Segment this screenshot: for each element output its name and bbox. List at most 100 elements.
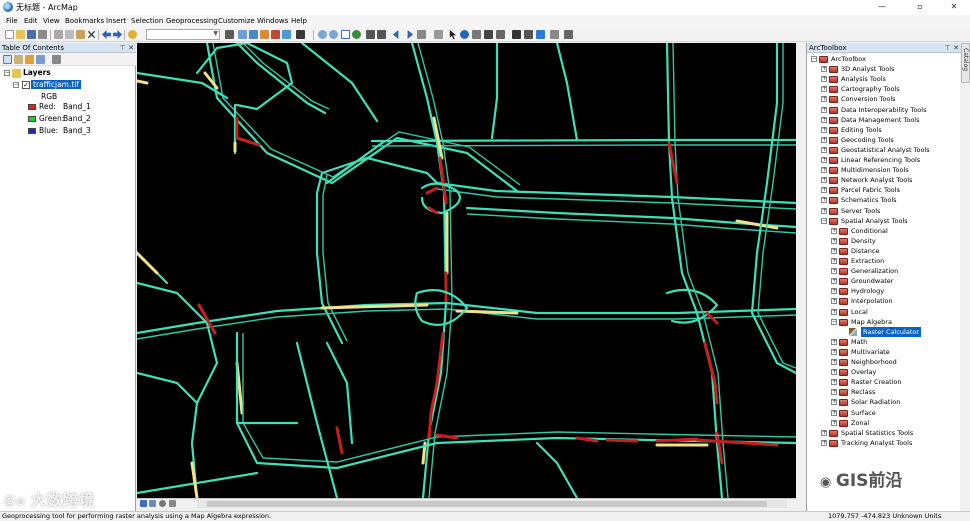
time-slider-icon[interactable] xyxy=(550,30,559,39)
spatial-analyst-toolset[interactable]: + Solar Radiation xyxy=(807,397,961,407)
layer-visibility-checkbox[interactable]: ✓ xyxy=(22,81,30,89)
measure-icon[interactable] xyxy=(484,30,493,39)
create-viewer-window-icon[interactable] xyxy=(564,30,573,39)
expand-toggle[interactable]: + xyxy=(821,207,827,214)
spatial-analyst-toolset[interactable]: + Math xyxy=(807,337,961,347)
spatial-analyst-toolset[interactable]: + Overlay xyxy=(807,367,961,377)
toolset-item[interactable]: + Multidimension Tools xyxy=(807,165,961,175)
window-icon[interactable] xyxy=(238,30,247,39)
find-icon[interactable] xyxy=(512,30,521,39)
expand-toggle[interactable]: + xyxy=(821,197,827,204)
expand-toggle[interactable]: + xyxy=(831,278,837,285)
expand-toggle[interactable]: + xyxy=(821,86,827,93)
cut-icon[interactable] xyxy=(54,30,63,39)
arctoolbox-root[interactable]: − ArcToolbox xyxy=(807,54,961,64)
toolset-item[interactable]: + Network Analyst Tools xyxy=(807,175,961,185)
editor-icon[interactable] xyxy=(225,30,234,39)
catalog-side-tab[interactable]: Catalog xyxy=(961,43,970,83)
maximize-button[interactable]: ▫ xyxy=(906,1,934,13)
spatial-analyst-toolset[interactable]: − Map Algebra xyxy=(807,317,961,327)
menu-customize[interactable]: Customize xyxy=(218,17,255,25)
raster-calculator-tool[interactable]: Raster Calculator xyxy=(807,326,961,337)
fixed-zoom-out-icon[interactable] xyxy=(377,30,386,39)
refresh-view-icon[interactable] xyxy=(159,500,166,507)
expand-toggle[interactable]: − xyxy=(811,56,817,62)
fixed-zoom-in-icon[interactable] xyxy=(366,30,375,39)
horizontal-scrollbar[interactable] xyxy=(197,500,787,508)
expand-toggle[interactable]: + xyxy=(831,338,837,345)
spatial-analyst-toolset[interactable]: + Distance xyxy=(807,246,961,256)
toolset-item[interactable]: + Editing Tools xyxy=(807,125,961,135)
expand-toggle[interactable]: + xyxy=(821,126,827,133)
toolset-item[interactable]: + Geostatistical Analyst Tools xyxy=(807,145,961,155)
delete-icon[interactable] xyxy=(87,30,96,39)
undo-icon[interactable] xyxy=(102,30,111,39)
model-builder-icon[interactable] xyxy=(296,30,305,39)
expand-toggle[interactable]: + xyxy=(821,429,827,436)
spatial-analyst-toolset[interactable]: + Zonal xyxy=(807,418,961,428)
expand-toggle[interactable]: + xyxy=(821,136,827,143)
pan-icon[interactable] xyxy=(341,30,350,39)
expand-toggle[interactable]: − xyxy=(831,318,837,325)
expand-toggle[interactable]: + xyxy=(831,369,837,376)
spatial-analyst-toolset[interactable]: + Interpolation xyxy=(807,296,961,306)
expand-toggle[interactable]: + xyxy=(831,419,837,426)
expand-toggle[interactable]: − xyxy=(821,217,827,224)
toolset-item[interactable]: + Spatial Statistics Tools xyxy=(807,428,961,438)
options-icon[interactable] xyxy=(52,55,61,64)
identify-icon[interactable] xyxy=(460,30,469,39)
toolset-item[interactable]: + Data Management Tools xyxy=(807,115,961,125)
hyperlink-icon[interactable] xyxy=(496,30,505,39)
layer-collapse-toggle[interactable]: − xyxy=(13,82,19,88)
select-elements-icon[interactable] xyxy=(449,30,457,39)
add-data-icon[interactable] xyxy=(128,30,137,39)
pause-drawing-icon[interactable] xyxy=(169,500,176,507)
toolset-item[interactable]: + Parcel Fabric Tools xyxy=(807,185,961,195)
menu-file[interactable]: File xyxy=(6,17,18,25)
back-extent-icon[interactable] xyxy=(393,30,399,39)
expand-toggle[interactable]: + xyxy=(821,66,827,73)
expand-toggle[interactable]: + xyxy=(831,298,837,305)
zoom-in-icon[interactable] xyxy=(318,30,327,39)
map-scale-dropdown[interactable]: ▼ xyxy=(146,29,220,40)
expand-toggle[interactable]: + xyxy=(821,76,827,83)
expand-toggle[interactable]: + xyxy=(821,157,827,163)
menu-windows[interactable]: Windows xyxy=(257,17,288,25)
toolset-item[interactable]: +3D Analyst Tools xyxy=(807,64,961,74)
expand-toggle[interactable]: + xyxy=(831,247,837,254)
expand-toggle[interactable]: + xyxy=(831,379,837,386)
expand-toggle[interactable]: + xyxy=(831,288,837,295)
expand-toggle[interactable]: + xyxy=(821,116,827,123)
expand-toggle[interactable]: + xyxy=(831,409,837,416)
paste-icon[interactable] xyxy=(76,30,85,39)
full-extent-icon[interactable] xyxy=(352,30,361,39)
toolset-item[interactable]: + Schematics Tools xyxy=(807,195,961,205)
expand-toggle[interactable]: + xyxy=(821,187,827,194)
list-by-selection-icon[interactable] xyxy=(36,55,45,64)
expand-toggle[interactable]: + xyxy=(831,268,837,275)
spatial-analyst-toolset[interactable]: + Extraction xyxy=(807,256,961,266)
toolset-item[interactable]: + Conversion Tools xyxy=(807,94,961,104)
toolset-item[interactable]: + Cartography Tools xyxy=(807,84,961,94)
spatial-analyst-toolset[interactable]: + Raster Creation xyxy=(807,377,961,387)
select-features-icon[interactable] xyxy=(417,30,426,39)
toolset-item[interactable]: + Linear Referencing Tools xyxy=(807,155,961,165)
copy-icon[interactable] xyxy=(65,30,74,39)
spatial-analyst-toolset[interactable]: + Conditional xyxy=(807,226,961,236)
list-by-visibility-icon[interactable] xyxy=(25,55,34,64)
toolset-item[interactable]: + Tracking Analyst Tools xyxy=(807,438,961,448)
open-folder-icon[interactable] xyxy=(16,30,25,39)
spatial-analyst-toolset[interactable]: + Hydrology xyxy=(807,286,961,296)
map-display[interactable]: .rd { fill: none; stroke: #3fe0b8; strok… xyxy=(137,43,796,498)
menu-bookmarks[interactable]: Bookmarks xyxy=(65,17,104,25)
minimize-button[interactable]: — xyxy=(868,1,896,13)
expand-toggle[interactable]: + xyxy=(831,359,837,365)
save-icon[interactable] xyxy=(27,30,36,39)
table-of-contents-icon[interactable] xyxy=(249,30,258,39)
arctoolbox-icon[interactable] xyxy=(271,30,280,39)
toolset-item[interactable]: + Server Tools xyxy=(807,206,961,216)
forward-extent-icon[interactable] xyxy=(407,30,413,39)
expand-toggle[interactable]: + xyxy=(831,227,837,234)
menu-geoprocessing[interactable]: Geoprocessing xyxy=(166,17,218,25)
html-popup-icon[interactable] xyxy=(472,30,481,39)
